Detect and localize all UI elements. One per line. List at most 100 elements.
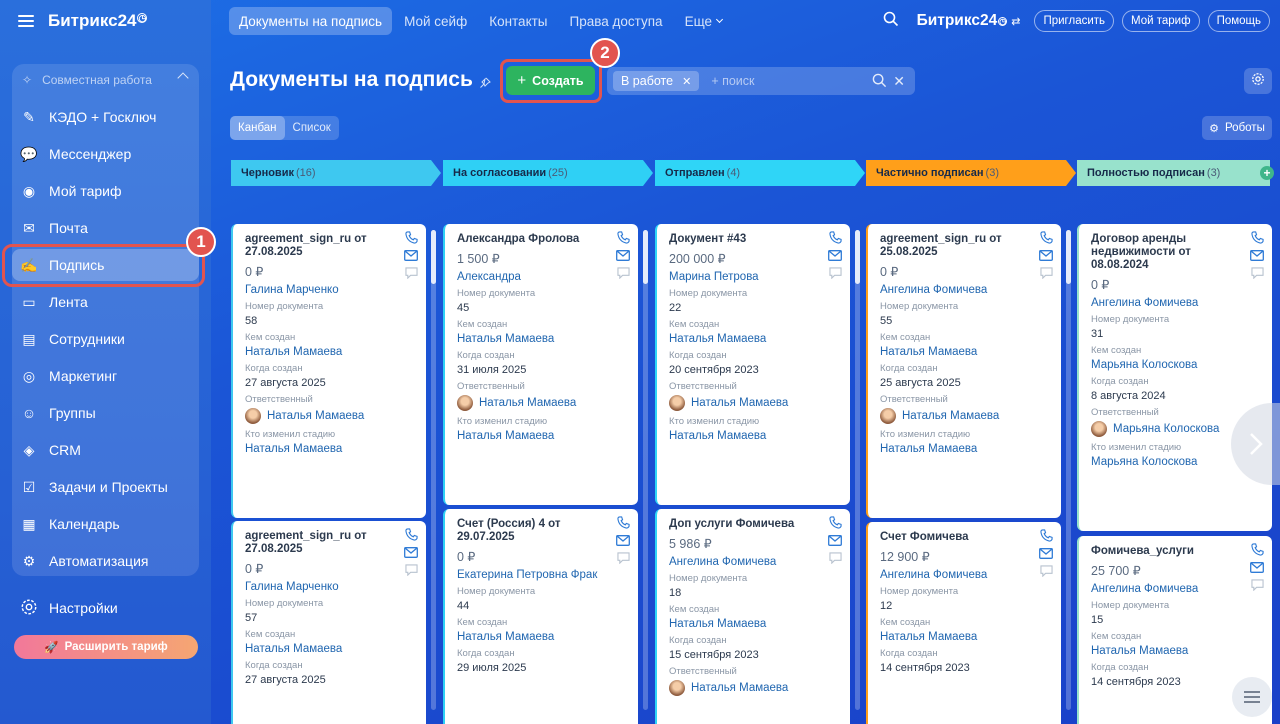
phone-icon[interactable] — [1250, 231, 1264, 244]
kanban-card[interactable]: Счет Фомичева 12 900 ₽ Ангелина Фомичева Но… — [866, 522, 1061, 724]
card-title[interactable]: agreement_sign_ru от 27.08.2025 — [245, 530, 395, 556]
sidebar-item-7[interactable]: ◎ Маркетинг — [12, 360, 199, 392]
sidebar-section-collab[interactable]: ✧ Совместная работа — [12, 66, 199, 94]
sidebar-item-9[interactable]: ◈ CRM — [12, 434, 199, 466]
email-icon[interactable] — [404, 250, 418, 261]
menu-icon[interactable] — [18, 15, 34, 27]
tab-safe[interactable]: Мой сейф — [394, 7, 477, 35]
phone-icon[interactable] — [828, 516, 842, 529]
phone-icon[interactable] — [828, 231, 842, 244]
column-scrollbar[interactable] — [1066, 230, 1071, 710]
sidebar-item-8[interactable]: ☺ Группы — [12, 397, 199, 429]
card-creator[interactable]: Марьяна Колоскова — [1091, 359, 1261, 371]
phone-icon[interactable] — [1250, 543, 1264, 556]
column-scrollbar[interactable] — [431, 230, 436, 710]
view-kanban[interactable]: Канбан — [230, 116, 285, 140]
comment-icon[interactable] — [616, 552, 630, 564]
email-icon[interactable] — [828, 250, 842, 261]
card-contact[interactable]: Ангелина Фомичева — [1091, 297, 1261, 309]
phone-icon[interactable] — [1039, 529, 1053, 542]
card-contact[interactable]: Александра — [457, 271, 627, 283]
card-creator[interactable]: Наталья Мамаева — [1091, 645, 1261, 657]
card-contact[interactable]: Ангелина Фомичева — [1091, 583, 1261, 595]
sidebar-item-10[interactable]: ☑ Задачи и Проекты — [12, 471, 199, 503]
scrollbar-thumb[interactable] — [431, 230, 436, 284]
kanban-card[interactable]: Документ #43 200 000 ₽ Марина Петрова Номер… — [655, 224, 850, 505]
pin-icon[interactable] — [479, 76, 491, 94]
sidebar-settings[interactable]: Настройки — [12, 594, 118, 622]
filter-search[interactable]: В работе ✕ + поиск ✕ — [607, 67, 915, 95]
card-title[interactable]: agreement_sign_ru от 25.08.2025 — [880, 233, 1030, 259]
card-contact[interactable]: Екатерина Петровна Фрак — [457, 569, 627, 581]
comment-icon[interactable] — [404, 564, 418, 576]
column-header[interactable]: На согласовании (25) — [443, 160, 653, 186]
sidebar-item-12[interactable]: ⚙ Автоматизация — [12, 545, 199, 577]
help-button[interactable]: Помощь — [1207, 10, 1270, 32]
card-title[interactable]: agreement_sign_ru от 27.08.2025 — [245, 233, 395, 259]
column-header[interactable]: Черновик (16) — [231, 160, 441, 186]
phone-icon[interactable] — [616, 516, 630, 529]
card-title[interactable]: Фомичева_услуги — [1091, 545, 1241, 558]
chat-list-button[interactable] — [1232, 677, 1272, 717]
robots-button[interactable]: ⚙ Роботы — [1202, 116, 1272, 140]
card-contact[interactable]: Галина Марченко — [245, 284, 415, 296]
card-creator[interactable]: Наталья Мамаева — [457, 631, 627, 643]
card-creator[interactable]: Наталья Мамаева — [880, 346, 1050, 358]
chevron-up-icon[interactable] — [177, 72, 189, 84]
column-header[interactable]: Частично подписан (3) — [866, 160, 1076, 186]
comment-icon[interactable] — [828, 267, 842, 279]
tab-more[interactable]: Еще — [675, 7, 732, 35]
kanban-card[interactable]: Счет (Россия) 4 от 29.07.2025 0 ₽ Екатерин… — [443, 509, 638, 724]
card-contact[interactable]: Ангелина Фомичева — [880, 569, 1050, 581]
email-icon[interactable] — [828, 535, 842, 546]
comment-icon[interactable] — [616, 267, 630, 279]
phone-icon[interactable] — [404, 528, 418, 541]
card-creator[interactable]: Наталья Мамаева — [669, 618, 839, 630]
phone-icon[interactable] — [404, 231, 418, 244]
card-creator[interactable]: Наталья Мамаева — [245, 346, 415, 358]
card-creator[interactable]: Наталья Мамаева — [669, 333, 839, 345]
sidebar-item-2[interactable]: ◉ Мой тариф — [12, 175, 199, 207]
logo[interactable]: Битрикс24 ◷ — [48, 11, 148, 31]
kanban-card[interactable]: Доп услуги Фомичева 5 986 ₽ Ангелина Фомич… — [655, 509, 850, 724]
sidebar-item-5[interactable]: ▭ Лента — [12, 286, 199, 318]
filter-chip[interactable]: В работе ✕ — [613, 71, 700, 91]
card-creator[interactable]: Наталья Мамаева — [245, 643, 415, 655]
sidebar-item-0[interactable]: ✎ КЭДО + Госключ — [12, 101, 199, 133]
column-scrollbar[interactable] — [855, 230, 860, 710]
scrollbar-thumb[interactable] — [1066, 230, 1071, 284]
phone-icon[interactable] — [616, 231, 630, 244]
email-icon[interactable] — [1039, 548, 1053, 559]
card-stage-changer[interactable]: Наталья Мамаева — [457, 430, 627, 442]
card-responsible[interactable]: Наталья Мамаева — [669, 680, 839, 696]
card-contact[interactable]: Галина Марченко — [245, 581, 415, 593]
view-list[interactable]: Список — [285, 116, 339, 140]
card-title[interactable]: Договор аренды недвижимости от 08.08.202… — [1091, 233, 1241, 272]
card-title[interactable]: Доп услуги Фомичева — [669, 518, 819, 531]
tab-access-rights[interactable]: Права доступа — [560, 7, 673, 35]
clear-icon[interactable]: ✕ — [893, 73, 905, 93]
card-responsible[interactable]: Наталья Мамаева — [457, 395, 627, 411]
add-column-icon[interactable]: + — [1260, 166, 1274, 180]
kanban-card[interactable]: agreement_sign_ru от 25.08.2025 0 ₽ Ангели… — [866, 224, 1061, 518]
email-icon[interactable] — [404, 547, 418, 558]
close-icon[interactable]: ✕ — [682, 75, 691, 88]
column-header[interactable]: Полностью подписан (3) + — [1077, 160, 1274, 186]
email-icon[interactable] — [616, 535, 630, 546]
kanban-card[interactable]: Александра Фролова 1 500 ₽ Александра Номер… — [443, 224, 638, 505]
upgrade-plan-button[interactable]: 🚀 Расширить тариф — [14, 635, 198, 659]
card-stage-changer[interactable]: Наталья Мамаева — [245, 443, 415, 455]
comment-icon[interactable] — [404, 267, 418, 279]
brand-logo[interactable]: Битрикс24 ◷ ⇄ — [917, 12, 1021, 30]
my-plan-button[interactable]: Мой тариф — [1122, 10, 1200, 32]
card-title[interactable]: Счет (Россия) 4 от 29.07.2025 — [457, 518, 607, 544]
phone-icon[interactable] — [1039, 231, 1053, 244]
comment-icon[interactable] — [1250, 579, 1264, 591]
comment-icon[interactable] — [1039, 267, 1053, 279]
card-title[interactable]: Александра Фролова — [457, 233, 607, 246]
comment-icon[interactable] — [1250, 267, 1264, 279]
card-contact[interactable]: Ангелина Фомичева — [880, 284, 1050, 296]
card-title[interactable]: Документ #43 — [669, 233, 819, 246]
comment-icon[interactable] — [1039, 565, 1053, 577]
column-header[interactable]: Отправлен (4) — [655, 160, 865, 186]
